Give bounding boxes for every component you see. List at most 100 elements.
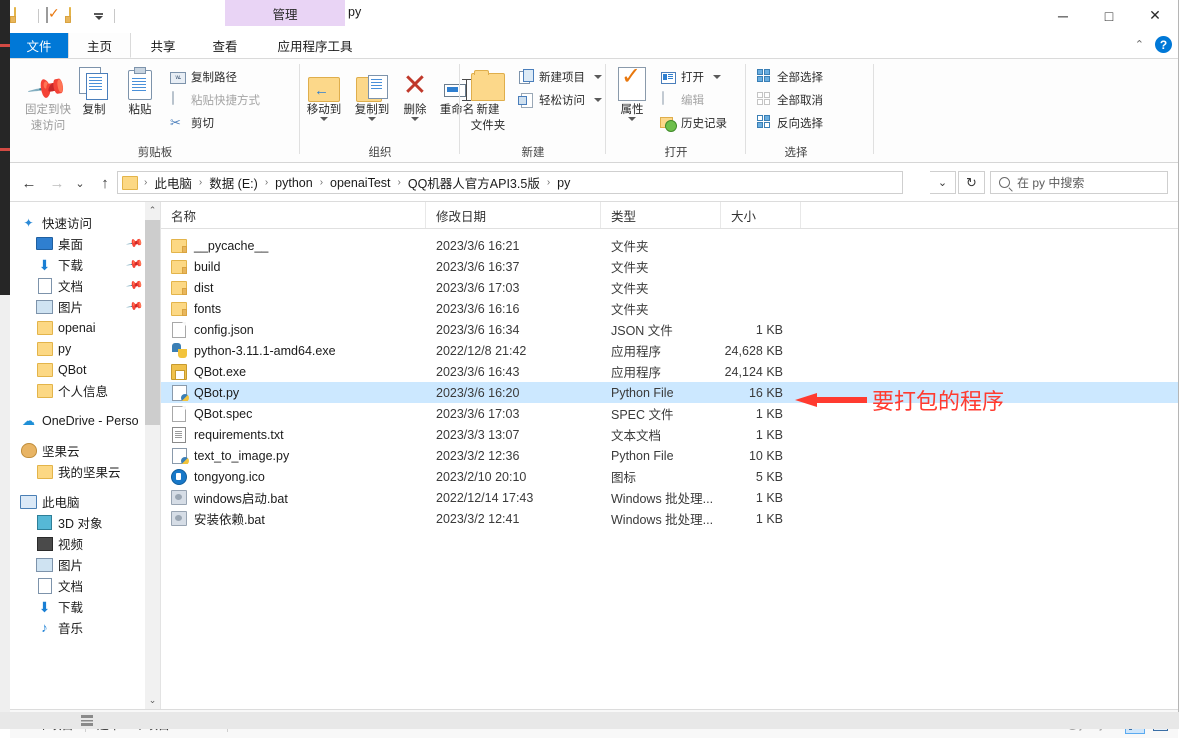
nav-item-music[interactable]: ♪ 音乐 [10,617,160,638]
column-header-name[interactable]: 名称 ⌃ [161,202,426,228]
nav-item-downloads-pc[interactable]: ⬇ 下载 [10,596,160,617]
ribbon-button-cut[interactable]: ✂ 剪切 [170,113,214,133]
nav-item-pictures-pc[interactable]: 图片 [10,554,160,575]
breadcrumb-item-5[interactable]: py [553,176,574,190]
scrollbar-thumb[interactable] [145,220,160,425]
breadcrumb-item-4[interactable]: QQ机器人官方API3.5版 [404,173,544,192]
open-caret-icon[interactable] [713,75,721,79]
table-row[interactable]: QBot.spec 2023/3/6 17:03 SPEC 文件 1 KB [161,403,1178,424]
qat-customize-dropdown-icon[interactable] [90,8,107,25]
scroll-down-icon[interactable]: ⌄ [145,692,160,709]
nav-section-onedrive[interactable]: ☁ OneDrive - Perso [10,410,160,431]
column-header-type[interactable]: 类型 [601,202,721,228]
table-row[interactable]: dist 2023/3/6 17:03 文件夹 [161,277,1178,298]
pin-icon[interactable]: 📌 [126,297,145,316]
table-row[interactable]: QBot.exe 2023/3/6 16:43 应用程序 24,124 KB [161,361,1178,382]
ribbon-button-move-to[interactable]: ← 移动到 [300,63,348,121]
table-row[interactable]: text_to_image.py 2023/3/2 12:36 Python Fil… [161,445,1178,466]
copy-to-caret-icon[interactable] [368,117,376,121]
ribbon-button-properties[interactable]: 属性 [610,62,654,121]
nav-section-quick-access[interactable]: ✦ 快速访问 [10,212,160,233]
nav-section-nutstore[interactable]: 坚果云 [10,440,160,461]
table-row[interactable]: tongyong.ico 2023/2/10 20:10 图标 5 KB [161,466,1178,487]
ribbon-button-select-none[interactable]: 全部取消 [756,90,823,110]
nav-section-this-pc[interactable]: 此电脑 [10,491,160,512]
search-box[interactable]: 在 py 中搜索 [990,171,1168,194]
ribbon-button-new-item[interactable]: 新建项目 [518,67,602,87]
table-row[interactable]: fonts 2023/3/6 16:16 文件夹 [161,298,1178,319]
nav-item-openai[interactable]: openai [10,317,160,338]
properties-caret-icon[interactable] [628,117,636,121]
pin-icon[interactable]: 📌 [126,255,145,274]
nav-item-personal-info[interactable]: 个人信息 [10,380,160,401]
breadcrumb-item-1[interactable]: 数据 (E:) [205,173,262,192]
ribbon-button-open[interactable]: 打开 [660,67,721,87]
breadcrumb-item-2[interactable]: python [271,176,317,190]
minimize-button[interactable]: ─ [1040,0,1086,31]
ribbon-button-edit[interactable]: 编辑 [660,90,704,110]
table-row[interactable]: python-3.11.1-amd64.exe 2022/12/8 21:42 应用… [161,340,1178,361]
tab-application-tools[interactable]: 应用程序工具 [255,33,375,58]
tab-file[interactable]: 文件 [10,33,68,58]
new-item-caret-icon[interactable] [594,75,602,79]
help-icon[interactable]: ? [1155,36,1172,53]
forward-button[interactable]: → [46,172,68,194]
table-row[interactable]: __pycache__ 2023/3/6 16:21 文件夹 [161,235,1178,256]
ribbon-button-new-folder[interactable]: 新建 文件夹 [464,63,512,133]
qat-properties-checkbox-icon[interactable] [46,6,63,25]
table-row[interactable]: config.json 2023/3/6 16:34 JSON 文件 1 KB [161,319,1178,340]
recent-locations-button[interactable]: ⌄ [69,172,91,194]
nav-item-py[interactable]: py [10,338,160,359]
ribbon-button-paste-shortcut[interactable]: 粘贴快捷方式 [170,90,260,110]
ribbon-button-copy[interactable]: 复制 [72,63,116,117]
navigation-pane-scrollbar[interactable]: ⌃ ⌄ [145,202,160,709]
nav-item-videos[interactable]: 视频 [10,533,160,554]
ribbon-button-paste[interactable]: 粘贴 [118,63,162,117]
nav-item-documents-pc[interactable]: 文档 [10,575,160,596]
easy-access-caret-icon[interactable] [594,98,602,102]
pin-icon[interactable]: 📌 [126,234,145,253]
breadcrumb[interactable]: › 此电脑 › 数据 (E:) › python › openaiTest › … [117,171,903,194]
nav-item-3d-objects[interactable]: 3D 对象 [10,512,160,533]
ribbon-button-delete[interactable]: ✕ 删除 [396,63,434,121]
ribbon-button-select-all[interactable]: 全部选择 [756,67,823,87]
scroll-up-icon[interactable]: ⌃ [145,202,160,219]
refresh-button[interactable]: ↻ [958,171,985,194]
table-row[interactable]: build 2023/3/6 16:37 文件夹 [161,256,1178,277]
tab-view[interactable]: 查看 [195,33,255,58]
tab-share[interactable]: 共享 [131,33,195,58]
table-row[interactable]: 安装依赖.bat 2023/3/2 12:41 Windows 批处理... 1 KB [161,508,1178,529]
back-button[interactable]: ← [18,172,40,194]
nav-item-pictures[interactable]: 图片 📌 [10,296,160,317]
qat-folder-icon[interactable] [14,6,31,25]
column-header-size[interactable]: 大小 [721,202,801,228]
qat-new-folder-icon[interactable] [69,6,86,25]
column-header-date[interactable]: 修改日期 [426,202,601,228]
close-button[interactable]: ✕ [1132,0,1178,31]
maximize-button[interactable]: □ [1086,0,1132,31]
nav-item-my-nutstore[interactable]: 我的坚果云 [10,461,160,482]
tab-home[interactable]: 主页 [68,33,131,58]
delete-caret-icon[interactable] [411,117,419,121]
contextual-tab-manage[interactable]: 管理 [225,0,345,26]
table-row[interactable]: requirements.txt 2023/3/3 13:07 文本文档 1 KB [161,424,1178,445]
ribbon-button-invert-selection[interactable]: 反向选择 [756,113,823,133]
table-row[interactable]: windows启动.bat 2022/12/14 17:43 Windows 批处理… [161,487,1178,508]
nav-item-downloads[interactable]: ⬇ 下载 📌 [10,254,160,275]
up-button[interactable]: ↑ [94,172,116,194]
breadcrumb-item-0[interactable]: 此电脑 [150,173,196,192]
search-input[interactable]: 在 py 中搜索 [1017,174,1084,191]
taskbar-app-icon[interactable] [80,714,94,727]
nav-item-desktop[interactable]: 桌面 📌 [10,233,160,254]
pin-icon[interactable]: 📌 [126,276,145,295]
ribbon-button-easy-access[interactable]: 轻松访问 [518,90,602,110]
nav-item-documents[interactable]: 文档 📌 [10,275,160,296]
move-to-caret-icon[interactable] [320,117,328,121]
breadcrumb-item-3[interactable]: openaiTest [326,176,394,190]
ribbon-button-copy-to[interactable]: 复制到 [348,63,396,121]
ribbon-button-history[interactable]: 历史记录 [660,113,727,133]
nav-item-qbot[interactable]: QBot [10,359,160,380]
table-row[interactable]: QBot.py 2023/3/6 16:20 Python File 16 KB [161,382,1178,403]
breadcrumb-dropdown-icon[interactable]: ⌄ [930,171,956,194]
ribbon-button-copy-path[interactable]: w... 复制路径 [170,67,237,87]
